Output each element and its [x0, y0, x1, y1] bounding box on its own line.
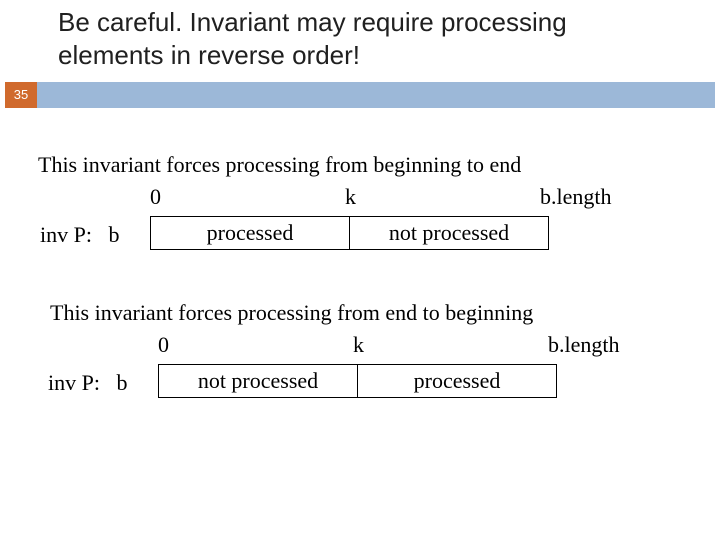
label-blength: b.length [540, 184, 612, 210]
section1-diagram: inv P: b processed not processed [40, 216, 680, 258]
label-k: k [353, 332, 364, 358]
label-zero: 0 [158, 332, 169, 358]
inv-label: inv P: b [40, 222, 119, 248]
section1-labels: 0 k b.length [40, 184, 680, 212]
inv-label: inv P: b [48, 370, 127, 396]
box-not-processed: not processed [349, 216, 549, 250]
section1-caption: This invariant forces processing from be… [38, 152, 521, 178]
section2-labels: 0 k b.length [48, 332, 688, 360]
box-processed: processed [150, 216, 350, 250]
box-processed: processed [357, 364, 557, 398]
slide-root: Be careful. Invariant may require proces… [0, 0, 720, 540]
label-k: k [345, 184, 356, 210]
box-not-processed: not processed [158, 364, 358, 398]
section2-caption: This invariant forces processing from en… [50, 300, 533, 326]
header-accent-bar [37, 82, 715, 108]
label-blength: b.length [548, 332, 620, 358]
page-title: Be careful. Invariant may require proces… [58, 6, 678, 71]
label-zero: 0 [150, 184, 161, 210]
slide-number-badge: 35 [5, 82, 37, 108]
header-bar: 35 [5, 82, 715, 108]
section2-diagram: inv P: b not processed processed [48, 364, 688, 406]
